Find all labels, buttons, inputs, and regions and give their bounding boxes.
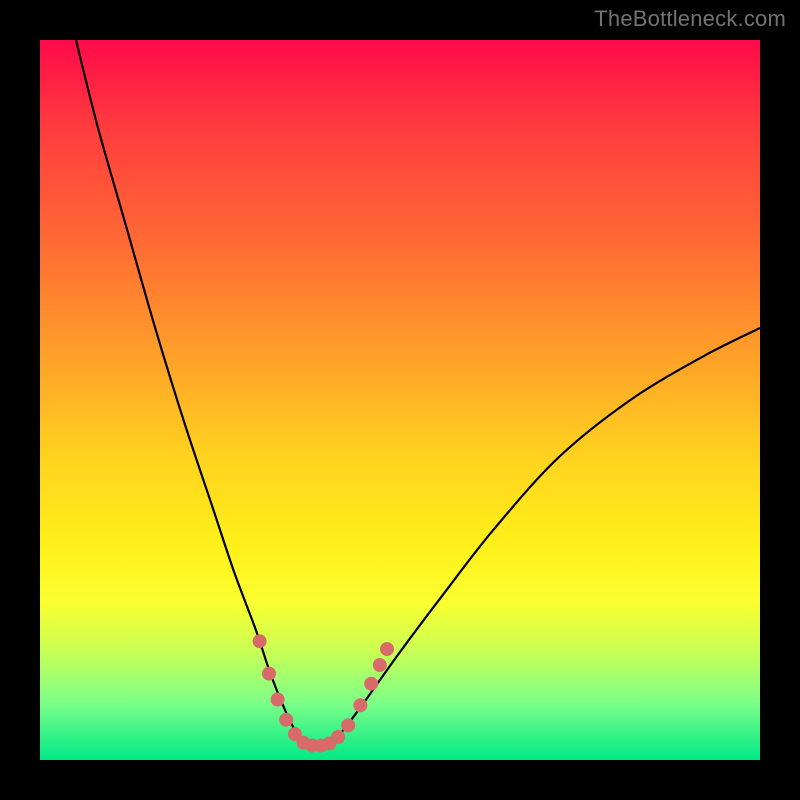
highlight-dot <box>253 634 267 648</box>
bottleneck-curve <box>76 40 760 747</box>
highlight-dot <box>364 677 378 691</box>
highlight-dot <box>279 713 293 727</box>
highlight-dot <box>331 730 345 744</box>
highlight-dot <box>271 693 285 707</box>
highlight-dot <box>380 642 394 656</box>
watermark-text: TheBottleneck.com <box>594 6 786 32</box>
curve-svg <box>40 40 760 760</box>
highlight-dot <box>373 658 387 672</box>
highlight-dot <box>341 718 355 732</box>
highlight-dots-group <box>253 634 394 752</box>
plot-area <box>40 40 760 760</box>
chart-frame: TheBottleneck.com <box>0 0 800 800</box>
highlight-dot <box>262 667 276 681</box>
highlight-dot <box>353 698 367 712</box>
